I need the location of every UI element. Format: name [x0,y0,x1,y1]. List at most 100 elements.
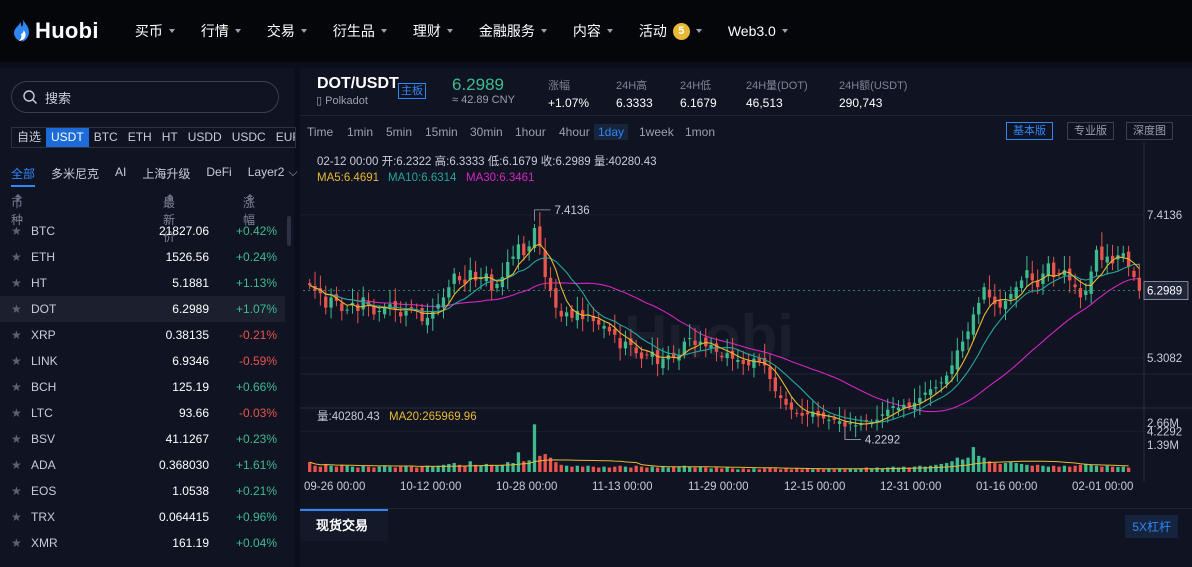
volume-bar [543,454,547,472]
stat-label: 24H低 [680,80,712,92]
candle-body [457,276,462,281]
huobi-logo[interactable]: Huobi [12,18,99,44]
volume-bar [340,464,344,472]
star-icon[interactable]: ★ [11,328,22,342]
nav-label: 买币 [134,23,163,39]
search-input[interactable]: 搜索 [11,81,279,113]
nav-item-3[interactable]: 衍生品 [333,21,387,41]
chevron-down-icon[interactable]: ⌵ [288,165,297,187]
row-change: +0.23% [235,432,277,446]
timeframe-4hour[interactable]: 4hour [555,124,594,140]
nav-label: 活动 [638,23,667,39]
view-button-1[interactable]: 专业版 [1067,122,1114,140]
nav-item-1[interactable]: 行情 [201,21,241,41]
star-icon[interactable]: ★ [11,432,22,446]
timeframe-15min[interactable]: 15min [421,124,462,140]
market-row[interactable]: ★ XRP 0.38135 -0.21% [0,322,285,348]
kline-chart[interactable]: Huobi 7.4136 5.3082 4.2292 6.2989 2.66M 1.39M… [300,142,1192,502]
nav-item-0[interactable]: 买币 [135,21,175,41]
market-row[interactable]: ★ ADA 0.368030 +1.61% [0,452,285,478]
market-row[interactable]: ★ HT 5.1881 +1.13% [0,270,285,296]
star-icon[interactable]: ★ [11,484,22,498]
star-icon[interactable]: ★ [11,276,22,290]
market-row[interactable]: ★ BTC 21827.06 +0.42% [0,218,285,244]
quote-tab-4[interactable]: HT [157,128,183,147]
timeframe-Time[interactable]: Time [303,124,337,140]
nav-item-5[interactable]: 金融服务 [479,21,547,41]
pair-name[interactable]: DOT/USDT [317,75,399,93]
nav-item-8[interactable]: Web3.0 [728,23,788,39]
category-tab-5[interactable]: Layer2 [248,165,285,187]
timeframe-1day[interactable]: 1day [594,124,629,140]
nav-item-4[interactable]: 理财 [413,21,453,41]
timeframe-5min[interactable]: 5min [382,124,416,140]
nav-item-2[interactable]: 交易 [267,21,307,41]
star-icon[interactable]: ★ [11,224,22,238]
brand-name: Huobi [35,18,99,43]
star-icon[interactable]: ★ [11,406,22,420]
market-row[interactable]: ★ BSV 41.1267 +0.23% [0,426,285,452]
view-button-0[interactable]: 基本版 [1006,122,1053,140]
volume-bar [447,463,451,472]
candle-body [425,317,430,326]
star-icon[interactable]: ★ [11,380,22,394]
candle-body [784,398,788,405]
market-row[interactable]: ★ EOS 1.0538 +0.21% [0,478,285,504]
candle-body [746,360,751,366]
row-change: -0.03% [238,406,277,420]
quote-tab-0[interactable]: 自选 [12,128,46,147]
tab-spot-trading[interactable]: 现货交易 [300,509,388,541]
market-row[interactable]: ★ BCH 125.19 +0.66% [0,374,285,400]
leverage-button[interactable]: 5X杠杆 [1125,515,1178,538]
quote-tab-7[interactable]: EUROC [271,128,295,147]
star-icon[interactable]: ★ [11,354,22,368]
market-row[interactable]: ★ DOT 6.2989 +1.07% [0,296,285,322]
volume-bar [372,467,376,472]
timeframe-1min[interactable]: 1min [343,124,377,140]
view-button-2[interactable]: 深度图 [1126,122,1173,140]
candle-body [623,341,628,349]
star-icon[interactable]: ★ [11,250,22,264]
scrollbar[interactable] [287,216,291,246]
candle-body [441,297,446,308]
candle-body [436,304,440,309]
nav-label: 行情 [200,23,229,39]
volume-bar [655,467,660,472]
nav-item-7[interactable]: 活动 5 [639,21,702,41]
volume-bar [875,467,879,472]
timeframe-1mon[interactable]: 1mon [681,124,719,140]
star-icon[interactable]: ★ [11,510,22,524]
candle-body [1078,288,1083,298]
quote-tab-5[interactable]: USDD [183,128,227,147]
category-tab-4[interactable]: DeFi [206,165,231,187]
category-tab-1[interactable]: 多米尼克 [51,165,99,187]
nav-item-6[interactable]: 内容 [573,21,613,41]
quote-tab-6[interactable]: USDC [227,128,271,147]
market-row[interactable]: ★ ETH 1526.56 +0.24% [0,244,285,270]
category-tab-2[interactable]: AI [115,165,126,187]
x-axis-label: 12-31 00:00 [880,481,941,493]
volume-bar [366,466,371,472]
quote-tab-1[interactable]: USDT [46,128,89,147]
category-tab-0[interactable]: 全部 [11,165,36,187]
market-row[interactable]: ★ LTC 93.66 -0.03% [0,400,285,426]
candle-body [564,312,569,317]
star-icon[interactable]: ★ [11,302,22,316]
quote-tab-2[interactable]: BTC [89,128,123,147]
row-symbol: ETH [31,250,55,264]
timeframe-1week[interactable]: 1week [635,124,678,140]
timeframe-30min[interactable]: 30min [466,124,507,140]
quote-tab-3[interactable]: ETH [123,128,157,147]
market-row[interactable]: ★ XMR 161.19 +0.04% [0,530,285,556]
candle-body [720,355,724,358]
volume-bar [714,467,719,472]
star-icon[interactable]: ★ [11,458,22,472]
star-icon[interactable]: ★ [11,536,22,550]
market-row[interactable]: ★ LINK 6.9346 -0.59% [0,348,285,374]
category-tab-3[interactable]: 上海升级 [142,165,190,187]
market-row[interactable]: ★ TRX 0.064415 +0.96% [0,504,285,530]
candle-body [382,307,387,315]
ma10-label: MA10:6.6314 [388,172,457,184]
timeframe-1hour[interactable]: 1hour [511,124,550,140]
candle-body [597,319,601,325]
